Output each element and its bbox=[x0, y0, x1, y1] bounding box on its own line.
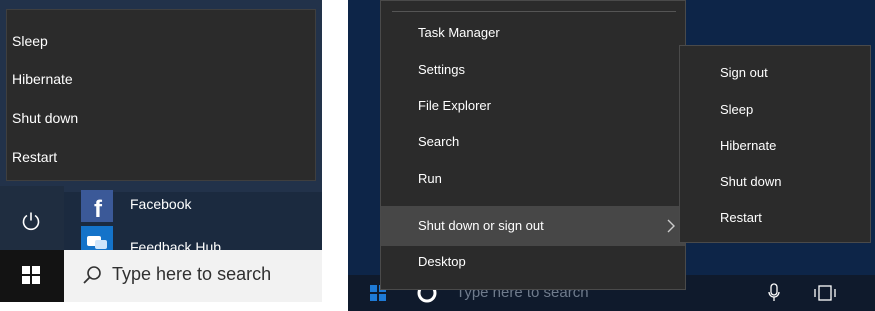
power-menu-item-sleep[interactable]: Sleep bbox=[12, 31, 48, 51]
menu-item-task-manager[interactable]: Task Manager bbox=[418, 23, 500, 43]
menu-item-desktop[interactable]: Desktop bbox=[418, 252, 466, 272]
power-menu-item-hibernate[interactable]: Hibernate bbox=[12, 69, 73, 89]
submenu-item-shut-down[interactable]: Shut down bbox=[720, 172, 781, 192]
tile-label-facebook[interactable]: Facebook bbox=[130, 196, 191, 212]
power-menu-item-restart[interactable]: Restart bbox=[12, 147, 57, 167]
chevron-right-icon bbox=[667, 219, 675, 233]
task-view-icon[interactable] bbox=[814, 284, 836, 302]
menu-item-shut-down-or-sign-out[interactable]: Shut down or sign out bbox=[418, 216, 544, 236]
submenu-item-restart[interactable]: Restart bbox=[720, 208, 762, 228]
menu-separator bbox=[392, 11, 676, 12]
submenu-item-sleep[interactable]: Sleep bbox=[720, 100, 753, 120]
submenu-item-hibernate[interactable]: Hibernate bbox=[720, 136, 776, 156]
power-menu-item-shut-down[interactable]: Shut down bbox=[12, 108, 78, 128]
winx-menu-panel: Type here to search Task Manager Setting… bbox=[348, 0, 875, 311]
search-icon bbox=[83, 266, 101, 284]
menu-item-settings[interactable]: Settings bbox=[418, 60, 465, 80]
power-icon[interactable] bbox=[20, 210, 42, 232]
search-placeholder[interactable]: Type here to search bbox=[112, 264, 271, 285]
start-menu-panel: Sleep Hibernate Shut down Restart f Face… bbox=[0, 0, 322, 302]
facebook-icon[interactable]: f bbox=[81, 190, 113, 223]
microphone-icon[interactable] bbox=[767, 283, 781, 303]
svg-text:f: f bbox=[94, 196, 103, 222]
menu-item-file-explorer[interactable]: File Explorer bbox=[418, 96, 491, 116]
submenu-item-sign-out[interactable]: Sign out bbox=[720, 63, 768, 83]
menu-item-run[interactable]: Run bbox=[418, 169, 442, 189]
menu-item-search[interactable]: Search bbox=[418, 132, 459, 152]
windows-logo-icon[interactable] bbox=[22, 266, 40, 284]
